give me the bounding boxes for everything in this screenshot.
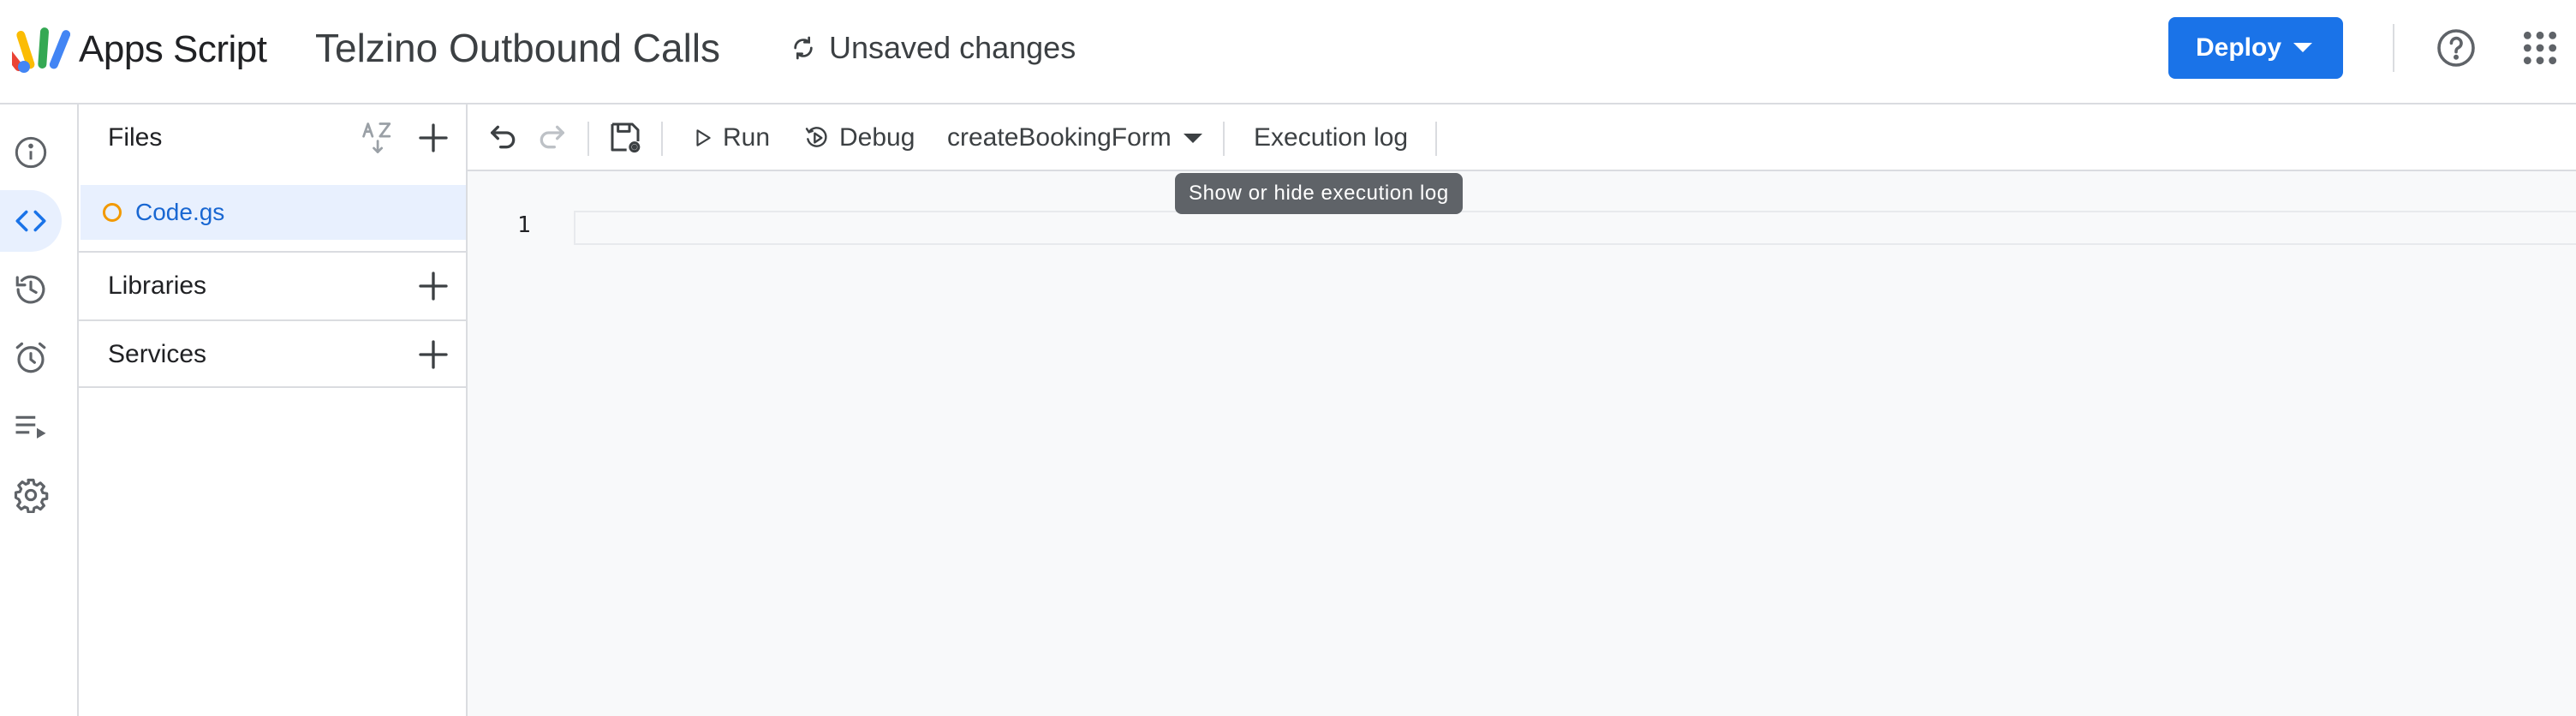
services-section: Services	[79, 321, 466, 388]
editor-toolbar: Run Debug createBookingForm Execution lo…	[468, 104, 2576, 171]
nav-editor[interactable]	[0, 190, 62, 252]
brand-name: Apps Script	[79, 28, 267, 70]
nav-settings[interactable]	[0, 464, 62, 526]
files-header: Files	[79, 104, 466, 171]
libraries-section: Libraries	[79, 253, 466, 319]
files-panel: Files Code.gs Libraries Services	[79, 104, 468, 716]
caret-down-icon	[1183, 133, 1202, 143]
undo-icon[interactable]	[486, 120, 521, 154]
add-service-icon[interactable]	[416, 337, 450, 372]
info-icon	[15, 136, 47, 169]
file-item-code-gs[interactable]: Code.gs	[80, 185, 466, 240]
redo-icon[interactable]	[534, 120, 569, 154]
google-apps-icon[interactable]	[2521, 29, 2559, 67]
execution-log-tooltip: Show or hide execution log	[1175, 173, 1463, 214]
debug-button[interactable]: Debug	[803, 115, 915, 161]
nav-overview[interactable]	[0, 122, 62, 183]
app-header: Apps Script Telzino Outbound Calls Unsav…	[0, 0, 2576, 104]
file-name: Code.gs	[135, 199, 225, 225]
debug-label: Debug	[839, 123, 915, 152]
code-editor[interactable]: 1	[468, 171, 2576, 716]
nav-history[interactable]	[0, 259, 62, 320]
deploy-button[interactable]: Deploy	[2168, 17, 2343, 79]
section-divider	[79, 386, 466, 388]
toolbar-divider	[661, 122, 663, 156]
files-label: Files	[108, 123, 163, 152]
history-icon	[15, 275, 45, 304]
apps-script-logo[interactable]	[12, 26, 70, 74]
function-select[interactable]: createBookingForm	[947, 115, 1202, 161]
alarm-icon	[15, 342, 46, 373]
left-nav-rail	[0, 104, 79, 716]
save-status: Unsaved changes	[790, 27, 1076, 69]
services-label: Services	[108, 340, 207, 368]
toolbar-divider	[1435, 122, 1437, 156]
libraries-label: Libraries	[108, 271, 207, 300]
add-file-icon[interactable]	[416, 121, 450, 155]
executions-icon	[15, 415, 46, 439]
function-select-value: createBookingForm	[947, 123, 1172, 152]
sync-icon	[794, 36, 813, 60]
add-library-icon[interactable]	[416, 269, 450, 303]
nav-executions[interactable]	[0, 396, 62, 457]
caret-down-icon[interactable]	[2293, 43, 2312, 52]
project-title[interactable]: Telzino Outbound Calls	[315, 22, 720, 74]
execution-log-label: Execution log	[1254, 123, 1409, 152]
deploy-label: Deploy	[2196, 33, 2282, 62]
current-line-highlight[interactable]	[574, 211, 2576, 245]
run-button[interactable]: Run	[692, 115, 770, 161]
nav-triggers[interactable]	[0, 327, 62, 389]
header-divider	[2393, 24, 2394, 72]
help-icon[interactable]	[2436, 27, 2477, 69]
sort-az-icon[interactable]	[360, 119, 397, 157]
gear-icon	[14, 478, 49, 513]
save-icon[interactable]	[608, 120, 642, 154]
execution-log-button[interactable]: Execution log	[1254, 115, 1408, 161]
save-status-text: Unsaved changes	[829, 30, 1076, 65]
run-label: Run	[723, 123, 771, 152]
toolbar-divider	[587, 122, 589, 156]
toolbar-divider	[1223, 122, 1225, 156]
play-icon	[696, 129, 711, 146]
debug-icon	[805, 127, 827, 147]
unsaved-dot-icon	[103, 203, 122, 222]
line-number: 1	[517, 212, 531, 238]
code-icon	[15, 210, 46, 232]
